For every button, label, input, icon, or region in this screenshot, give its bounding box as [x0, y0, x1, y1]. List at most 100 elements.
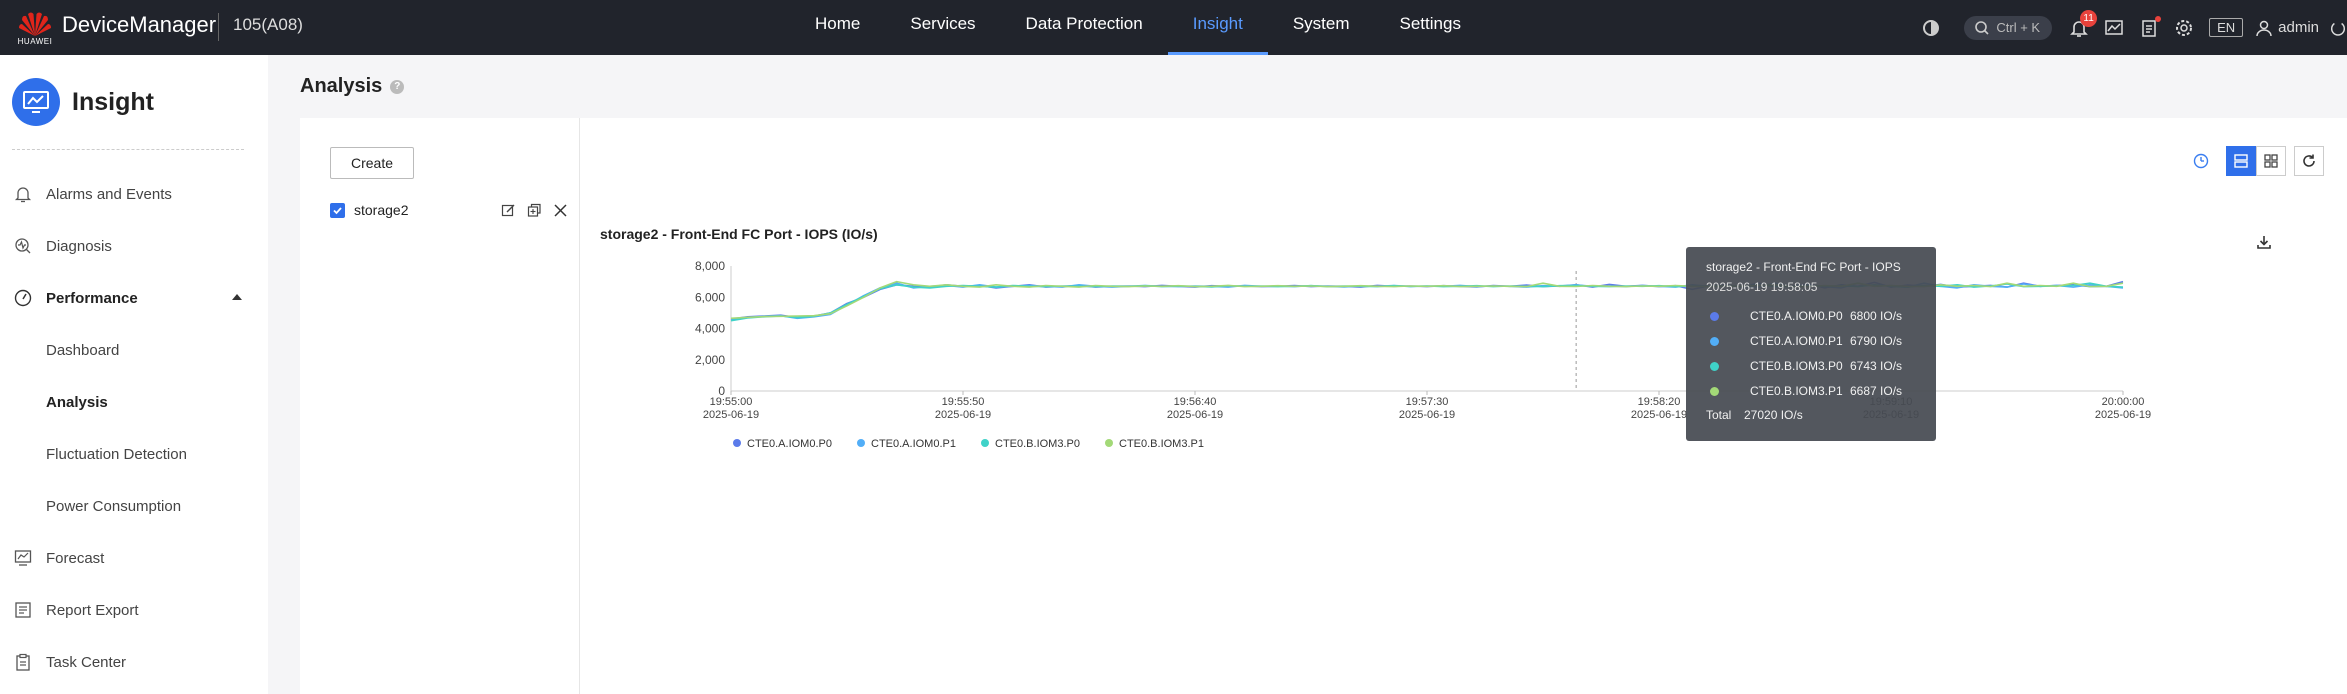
search-shortcut: Ctrl + K	[1996, 20, 2041, 35]
tooltip-series-value: 6800 IO/s	[1850, 309, 1903, 323]
series-color-dot	[1710, 311, 1719, 321]
gauge-icon	[12, 287, 34, 309]
x-tick-label: 19:57:30	[1406, 396, 1449, 408]
x-tick-label: 20:00:00	[2102, 396, 2145, 408]
task-list-button[interactable]	[2134, 13, 2164, 43]
view-item: storage2	[330, 200, 570, 220]
copy-view-button[interactable]	[524, 200, 544, 220]
sidebar-item-dashboard[interactable]: Dashboard	[0, 330, 268, 370]
iops-line-chart[interactable]: 8,0006,0004,0002,000019:55:002025-06-191…	[600, 243, 2300, 448]
sidebar-item-diagnosis[interactable]: Diagnosis	[0, 226, 268, 266]
sidebar-item-label: Performance	[46, 289, 138, 307]
nav-settings[interactable]: Settings	[1375, 0, 1486, 55]
nav-insight[interactable]: Insight	[1167, 0, 1268, 55]
huawei-logo[interactable]: HUAWEI	[14, 8, 56, 48]
sidebar-item-alarms-events[interactable]: Alarms and Events	[0, 174, 268, 214]
edit-view-button[interactable]	[498, 200, 518, 220]
alarm-count-badge: 11	[2080, 9, 2098, 27]
edit-icon	[501, 204, 514, 216]
legend-color-dot	[1105, 439, 1113, 447]
legend-item-label: CTE0.B.IOM3.P1	[1119, 438, 1204, 448]
delete-view-button[interactable]	[550, 200, 570, 220]
analysis-panel: Create storage2 storage2 - Front-End FC	[300, 118, 2347, 694]
insight-icon	[12, 78, 60, 126]
x-tick-date: 2025-06-19	[1631, 409, 1687, 421]
sidebar-item-label: Report Export	[46, 601, 139, 619]
create-button[interactable]: Create	[330, 147, 414, 179]
nav-data-protection[interactable]: Data Protection	[1001, 0, 1168, 55]
power-button[interactable]	[2329, 13, 2347, 43]
main-nav: Home Services Data Protection Insight Sy…	[790, 0, 1486, 55]
legend-item-label: CTE0.A.IOM0.P1	[871, 438, 956, 448]
x-tick-date: 2025-06-19	[1399, 409, 1455, 421]
device-id: 105(A08)	[233, 15, 303, 34]
nav-home[interactable]: Home	[790, 0, 885, 55]
username: admin	[2278, 19, 2319, 36]
nav-services[interactable]: Services	[885, 0, 1000, 55]
top-navigation-bar: HUAWEI DeviceManager 105(A08) Home Servi…	[0, 0, 2347, 55]
search-icon	[1975, 20, 1989, 35]
refresh-button[interactable]	[2294, 146, 2324, 176]
list-layout-icon	[2234, 154, 2248, 168]
diagnosis-icon	[12, 235, 34, 257]
theme-toggle-icon[interactable]	[1916, 13, 1946, 43]
sidebar-item-analysis[interactable]: Analysis	[0, 382, 268, 422]
tooltip-total-value: 27020 IO/s	[1744, 408, 1803, 422]
app-title: DeviceManager	[62, 12, 217, 37]
x-tick-date: 2025-06-19	[2095, 409, 2151, 421]
series-color-dot	[1710, 386, 1719, 396]
legend-color-dot	[981, 439, 989, 447]
global-search-button[interactable]: Ctrl + K	[1964, 15, 2053, 40]
tooltip-row: CTE0.A.IOM0.P1 6790 IO/s	[1706, 332, 1926, 350]
series-color-dot	[1710, 361, 1719, 371]
user-menu[interactable]: admin	[2255, 19, 2319, 37]
sidebar-item-task-center[interactable]: Task Center	[0, 642, 268, 682]
view-actions	[492, 200, 570, 220]
sidebar-group-performance[interactable]: Performance	[0, 278, 268, 318]
legend-color-dot	[733, 439, 741, 447]
view-list-pane: Create storage2	[300, 118, 580, 694]
sidebar-item-label: Forecast	[46, 549, 105, 567]
x-tick-date: 2025-06-19	[703, 409, 759, 421]
legend-color-dot	[857, 439, 865, 447]
user-icon	[2256, 20, 2272, 36]
chart-tooltip: storage2 - Front-End FC Port - IOPS 2025…	[1686, 247, 1936, 441]
power-icon	[2330, 22, 2346, 36]
tooltip-series-name: CTE0.A.IOM0.P1	[1750, 334, 1843, 348]
sidebar: Insight Alarms and Events Diagnosis Perf…	[0, 55, 268, 694]
chart-monitor-icon	[2105, 19, 2123, 35]
page-title-text: Analysis	[300, 75, 383, 97]
sidebar-item-report-export[interactable]: Report Export	[0, 590, 268, 630]
tooltip-row: CTE0.B.IOM3.P0 6743 IO/s	[1706, 357, 1926, 375]
check-icon	[333, 206, 342, 214]
bell-icon	[12, 183, 34, 205]
gear-icon	[2176, 19, 2193, 36]
forecast-icon	[12, 547, 34, 569]
clipboard-icon	[12, 651, 34, 673]
x-tick-label: 19:55:50	[942, 396, 985, 408]
y-tick-label: 4,000	[695, 322, 725, 336]
time-range-button[interactable]	[2186, 146, 2216, 176]
language-switch[interactable]: EN	[2209, 18, 2244, 37]
chart-toolbar	[2186, 146, 2324, 176]
collapse-caret-icon[interactable]	[232, 294, 242, 300]
view-name: storage2	[354, 202, 409, 218]
sidebar-item-forecast[interactable]: Forecast	[0, 538, 268, 578]
settings-gear-button[interactable]	[2169, 13, 2199, 43]
monitor-button[interactable]	[2099, 13, 2129, 43]
y-tick-label: 8,000	[695, 259, 725, 273]
sidebar-item-label: Task Center	[46, 653, 127, 671]
help-icon[interactable]: ?	[390, 79, 405, 94]
tooltip-row: CTE0.A.IOM0.P0 6800 IO/s	[1706, 307, 1926, 325]
tooltip-series-value: 6743 IO/s	[1850, 359, 1903, 373]
alarm-bell-button[interactable]: 11	[2064, 9, 2098, 43]
list-layout-toggle[interactable]	[2226, 146, 2256, 176]
view-checkbox[interactable]	[330, 202, 345, 218]
grid-layout-toggle[interactable]	[2256, 146, 2286, 176]
nav-system[interactable]: System	[1268, 0, 1375, 55]
sidebar-item-fluctuation-detection[interactable]: Fluctuation Detection	[0, 434, 268, 474]
logo-text: HUAWEI	[17, 37, 53, 46]
x-tick-label: 19:58:20	[1638, 396, 1681, 408]
sidebar-divider	[12, 149, 244, 150]
sidebar-item-power-consumption[interactable]: Power Consumption	[0, 486, 268, 526]
